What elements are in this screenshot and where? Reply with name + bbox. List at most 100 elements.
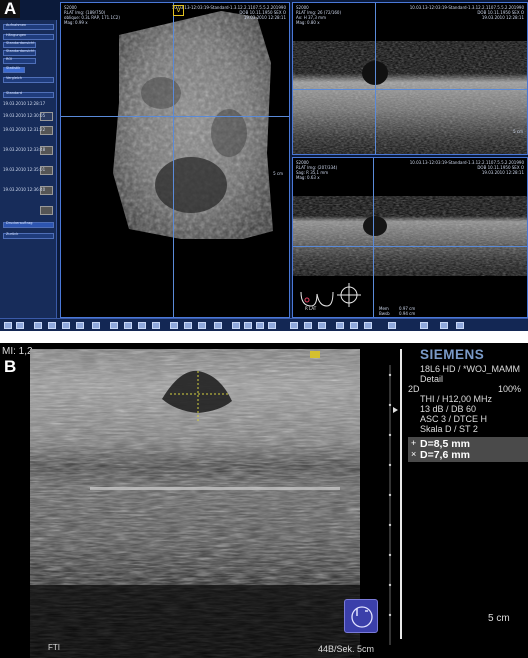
back-button[interactable]: Zurück bbox=[3, 232, 54, 239]
info-line: Mag: 0.63 x bbox=[296, 175, 320, 180]
import-icon[interactable] bbox=[48, 322, 56, 329]
sagittal-view[interactable]: S2000 RLAT Img: (207/334) Sag: R 35,1 mm… bbox=[292, 157, 528, 318]
crosshair-horizontal[interactable] bbox=[61, 116, 289, 117]
depth-scale-label: 5 cm bbox=[488, 613, 510, 624]
series-date-2[interactable]: 19.03.2010 12:30:05 bbox=[3, 113, 45, 118]
axial-info-right: 10.03.13-12:03:19-Standard-1.3.12.2.1107… bbox=[410, 5, 524, 20]
measure-icon[interactable] bbox=[268, 322, 276, 329]
sidebar-item-standard-1[interactable]: Standardansicht bbox=[3, 41, 36, 48]
power-percent: 100% bbox=[498, 384, 522, 394]
info-line: 19.03.2010 12:28:11 bbox=[481, 15, 524, 20]
volume-view[interactable]: S2000 RLAT Img: (189/750) oblique: 0.3L … bbox=[60, 2, 290, 318]
panel-a-label: A bbox=[0, 0, 21, 18]
axial-image bbox=[293, 41, 527, 154]
arrow-icon[interactable] bbox=[304, 322, 312, 329]
axial-scale: 5 cm bbox=[513, 129, 523, 134]
probe-preset: 18L6 HD / *WOJ_MAMM bbox=[420, 364, 521, 374]
axial-view[interactable]: S2000 RLAT Img: 26 (72/160) Ax: H 37,3 m… bbox=[292, 2, 528, 155]
pan-icon[interactable] bbox=[232, 322, 240, 329]
info-line: 19.03.2010 12:28:11 bbox=[243, 15, 286, 20]
sidebar-item-aufnahmen[interactable]: Aufnahmen bbox=[3, 23, 54, 30]
pencil-icon[interactable] bbox=[336, 322, 344, 329]
axial-info-left: S2000 RLAT Img: 26 (72/160) Ax: H 37,3 m… bbox=[296, 5, 341, 25]
layout-2-icon[interactable] bbox=[124, 322, 132, 329]
sidebar-item-standard-2[interactable]: Standardansicht bbox=[3, 49, 36, 56]
help-icon[interactable] bbox=[440, 322, 448, 329]
print-button[interactable]: Druckerauftrag bbox=[3, 221, 54, 228]
window-icon[interactable] bbox=[420, 322, 428, 329]
measurement-distance-2: D=7,6 mm bbox=[420, 449, 470, 461]
volume-info-left: S2000 RLAT Img: (189/750) oblique: 0.3L … bbox=[64, 5, 120, 25]
series-date-6[interactable]: 19.03.2010 12:36:40 bbox=[3, 187, 45, 192]
imaging-mode: 2D bbox=[408, 384, 420, 394]
measurement-box: + D=8,5 mm × D=7,6 mm bbox=[408, 437, 528, 462]
layout-3-icon[interactable] bbox=[138, 322, 146, 329]
crosshair-vertical[interactable] bbox=[173, 3, 174, 317]
series-date-1[interactable]: 19.03.2010 12:28:17 bbox=[3, 101, 45, 106]
sidebar-item-label: Standardansicht bbox=[6, 49, 35, 53]
sidebar-item-label: Vergleich bbox=[6, 76, 23, 80]
measurement-mark-2: × bbox=[411, 449, 417, 459]
sagittal-crosshair-h[interactable] bbox=[293, 246, 527, 247]
panel-b-label: B bbox=[0, 358, 21, 376]
back-button-label: Zurück bbox=[6, 232, 19, 236]
target-crosshair-icon[interactable] bbox=[337, 283, 361, 307]
volume-render bbox=[113, 11, 273, 239]
ultrasound-image[interactable] bbox=[30, 349, 385, 658]
body-marker-icon[interactable] bbox=[344, 599, 378, 633]
axial-crosshair-v[interactable] bbox=[375, 3, 376, 154]
focus-bar bbox=[400, 349, 402, 639]
crosshair-tool-icon[interactable] bbox=[214, 322, 222, 329]
frame-rate-label: 44B/Sek. 5cm bbox=[318, 644, 375, 654]
draw-icon[interactable] bbox=[290, 322, 298, 329]
bwsb-label: Bwsb bbox=[379, 311, 390, 316]
sidebar: Aufnahmen Hängungen Standardansicht Stan… bbox=[0, 20, 57, 318]
view-1-icon[interactable] bbox=[170, 322, 178, 329]
save-icon[interactable] bbox=[388, 322, 396, 329]
home-icon[interactable] bbox=[62, 322, 70, 329]
param-line: 13 dB / DB 60 bbox=[420, 404, 477, 414]
sidebar-item-standard[interactable]: Standard bbox=[3, 91, 54, 98]
layout-4-icon[interactable] bbox=[152, 322, 160, 329]
sidebar-item-hangungen[interactable]: Hängungen bbox=[3, 33, 54, 40]
param-line: Skala D / ST 2 bbox=[420, 424, 478, 434]
patient-icon[interactable] bbox=[92, 322, 100, 329]
sidebar-item-statistik[interactable]: Statistik bbox=[3, 66, 25, 73]
view-2-icon[interactable] bbox=[184, 322, 192, 329]
panel-b: B MI: 1,2 SIEMENS 18L6 HD / *WOJ_MAMM De… bbox=[0, 343, 528, 658]
sidebar-item-vergleich[interactable]: Vergleich bbox=[3, 76, 54, 83]
export-icon[interactable] bbox=[34, 322, 42, 329]
zoom-icon[interactable] bbox=[244, 322, 252, 329]
grid-icon[interactable] bbox=[16, 322, 24, 329]
volume-info-right: 10.03.13-12:03:19-Standard-1.3.12.2.1107… bbox=[172, 5, 286, 20]
series-thumb-6[interactable] bbox=[40, 206, 53, 215]
sidebar-item-label: Hängungen bbox=[6, 33, 27, 37]
sidebar-item-label: Statistik bbox=[6, 66, 21, 70]
rotate-icon[interactable] bbox=[256, 322, 264, 329]
series-date-3[interactable]: 19.03.2010 12:31:22 bbox=[3, 127, 45, 132]
mechanical-index: MI: 1,2 bbox=[2, 346, 33, 357]
roi-icon[interactable] bbox=[318, 322, 326, 329]
brand-logo: SIEMENS bbox=[420, 347, 485, 362]
series-date-4[interactable]: 19.03.2010 12:33:48 bbox=[3, 147, 45, 152]
line-icon[interactable] bbox=[350, 322, 358, 329]
sagittal-crosshair-v[interactable] bbox=[373, 158, 374, 317]
sidebar-item-label: Aufnahmen bbox=[6, 23, 27, 27]
orientation-marker[interactable]: V bbox=[173, 5, 184, 16]
info-line: Mag: 0.80 x bbox=[296, 20, 320, 25]
acquisition-params: THI / H12,00 MHz 13 dB / DB 60 ASC 3 / D… bbox=[420, 394, 492, 434]
sidebar-item-label: Standardansicht bbox=[6, 41, 35, 45]
view-3-icon[interactable] bbox=[198, 322, 206, 329]
brush-icon[interactable] bbox=[364, 322, 372, 329]
settings-icon[interactable] bbox=[456, 322, 464, 329]
axial-crosshair-h[interactable] bbox=[293, 89, 527, 90]
layout-1-icon[interactable] bbox=[110, 322, 118, 329]
sagittal-info-left: S2000 RLAT Img: (207/334) Sag: R 35,1 mm… bbox=[296, 160, 337, 180]
sidebar-item-roi[interactable]: ROI bbox=[3, 57, 36, 64]
series-date-5[interactable]: 19.03.2010 12:35:01 bbox=[3, 167, 45, 172]
print-icon[interactable] bbox=[76, 322, 84, 329]
focus-marker-icon[interactable] bbox=[393, 407, 398, 413]
bottom-toolbar bbox=[0, 318, 528, 331]
sagittal-info-right: 10.03.13-12:03:19-Standard-1.3.12.2.1107… bbox=[410, 160, 524, 175]
layout-icon[interactable] bbox=[4, 322, 12, 329]
